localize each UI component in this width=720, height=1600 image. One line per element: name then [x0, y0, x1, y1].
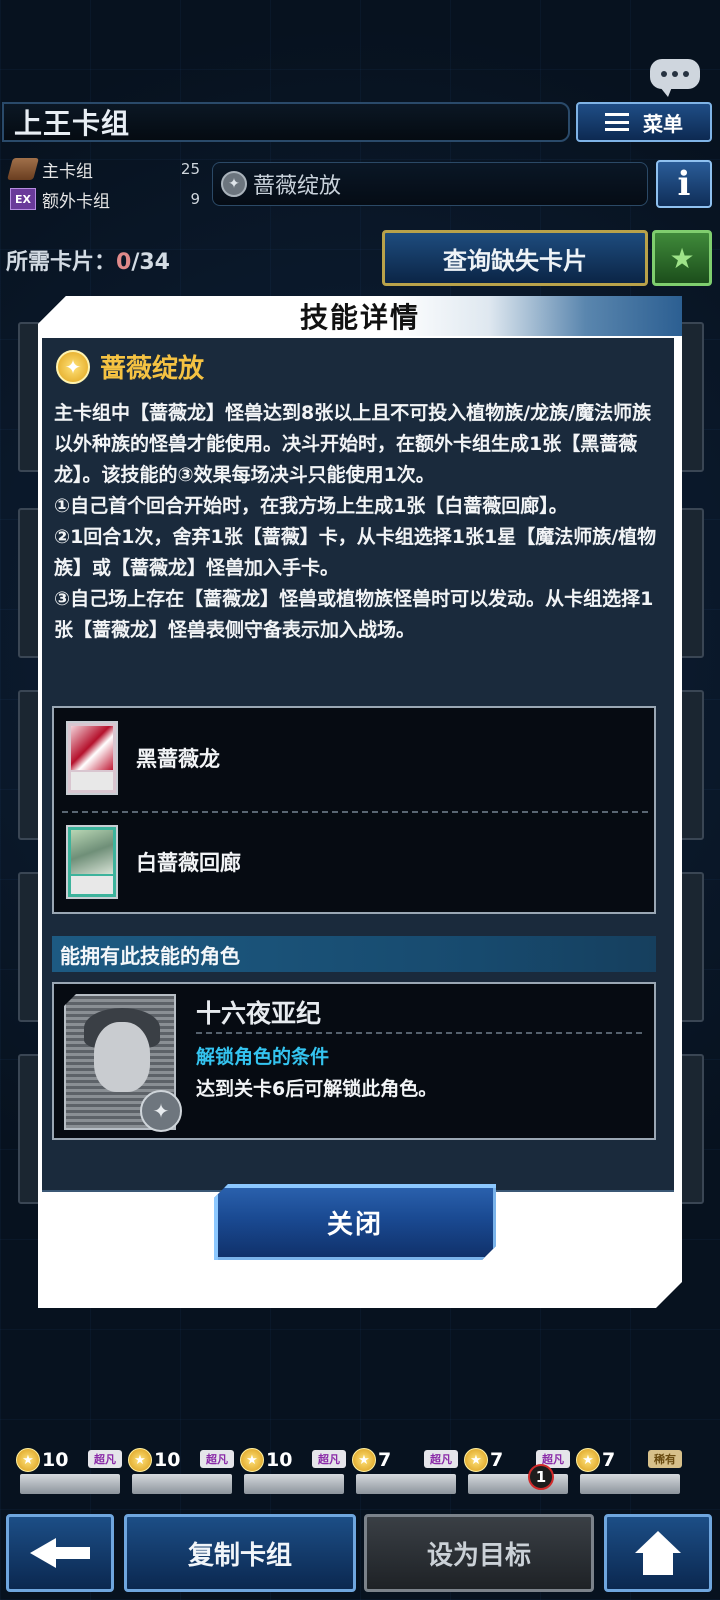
skill-detail-modal: 技能详情 ✦ 蔷薇绽放 主卡组中【蔷薇龙】怪兽达到8张以上且不可投入植物族/龙族…: [38, 296, 682, 1308]
modal-title: 技能详情: [299, 301, 420, 334]
related-card-item[interactable]: 白蔷薇回廊: [66, 822, 646, 902]
home-icon: [635, 1531, 681, 1575]
card-level: 7: [490, 1449, 504, 1471]
card-thumbnail: [132, 1474, 232, 1494]
skill-slot-name: 蔷薇绽放: [253, 174, 342, 199]
level-star-icon: ★: [16, 1448, 40, 1472]
required-total: /34: [131, 250, 170, 275]
owner-character-item[interactable]: ✦ 十六夜亚纪 解锁角色的条件 达到关卡6后可解锁此角色。: [52, 982, 656, 1140]
card-level: 10: [266, 1449, 293, 1471]
close-button[interactable]: 关闭: [214, 1184, 496, 1260]
rarity-badge: 超凡: [88, 1450, 122, 1468]
level-star-icon: ★: [128, 1448, 152, 1472]
skill-name: 蔷薇绽放: [100, 354, 205, 384]
card-thumbnail: [244, 1474, 344, 1494]
info-icon: i: [677, 164, 691, 204]
strip-card-item[interactable]: ★ 10 超凡: [16, 1448, 124, 1494]
skill-slot[interactable]: ✦ 蔷薇绽放: [212, 162, 648, 206]
locked-skill-icon: ✦: [140, 1090, 182, 1132]
related-card-name: 黑蔷薇龙: [136, 747, 220, 771]
strip-card-item[interactable]: ★ 7 稀有: [576, 1448, 684, 1494]
card-thumbnail: [66, 825, 118, 899]
card-thumbnail: [356, 1474, 456, 1494]
info-button[interactable]: i: [656, 160, 712, 208]
character-name: 十六夜亚纪: [196, 999, 322, 1028]
skill-star-icon: ✦: [56, 350, 90, 384]
chat-bubble-icon: [650, 59, 700, 97]
card-thumbnail: [20, 1474, 120, 1494]
favorite-star-button[interactable]: ★: [652, 230, 712, 286]
close-label: 关闭: [326, 1209, 383, 1240]
level-star-icon: ★: [576, 1448, 600, 1472]
extra-deck-label: 额外卡组: [42, 191, 110, 212]
skill-header: ✦ 蔷薇绽放: [56, 348, 204, 385]
query-missing-cards-button[interactable]: 查询缺失卡片: [382, 230, 648, 286]
divider: [196, 1032, 642, 1034]
owners-header: 能拥有此技能的角色: [52, 936, 656, 972]
card-count-badge: 1: [528, 1464, 554, 1490]
main-deck-label: 主卡组: [42, 161, 93, 182]
skill-slot-icon: ✦: [221, 171, 247, 197]
card-level: 7: [378, 1449, 392, 1471]
modal-content: ✦ 蔷薇绽放 主卡组中【蔷薇龙】怪兽达到8张以上且不可投入植物族/龙族/魔法师族…: [42, 338, 674, 1192]
deck-counts: 主卡组 25 EX 额外卡组 9: [7, 154, 200, 214]
card-thumbnail: [580, 1474, 680, 1494]
card-level: 10: [154, 1449, 181, 1471]
strip-card-item[interactable]: ★ 7 超凡 1: [464, 1448, 572, 1494]
level-star-icon: ★: [464, 1448, 488, 1472]
card-strip: ★ 10 超凡 ★ 10 超凡 ★ 10 超凡 ★ 7 超凡 ★ 7 超凡 1 …: [16, 1448, 706, 1494]
main-deck-icon: [7, 158, 39, 180]
related-cards-list: 黑蔷薇龙 白蔷薇回廊: [52, 706, 656, 914]
extra-deck-count: EX 额外卡组 9: [10, 184, 200, 214]
star-icon: ★: [669, 241, 695, 275]
rarity-badge: 超凡: [200, 1450, 234, 1468]
deck-name-bar[interactable]: 上王卡组: [2, 102, 570, 142]
back-arrow-icon: [30, 1538, 90, 1568]
extra-deck-value: 9: [190, 190, 200, 208]
required-owned: 0: [116, 250, 132, 275]
chat-button[interactable]: [646, 54, 704, 97]
back-button[interactable]: [6, 1514, 114, 1592]
extra-deck-icon: EX: [10, 188, 36, 210]
strip-card-item[interactable]: ★ 10 超凡: [128, 1448, 236, 1494]
menu-label: 菜单: [643, 111, 683, 136]
menu-button[interactable]: 菜单: [576, 102, 712, 142]
rarity-badge: 超凡: [312, 1450, 346, 1468]
rarity-badge: 稀有: [648, 1450, 682, 1468]
deck-name: 上王卡组: [14, 107, 131, 140]
related-card-name: 白蔷薇回廊: [136, 851, 241, 875]
copy-deck-button[interactable]: 复制卡组: [124, 1514, 356, 1592]
level-star-icon: ★: [352, 1448, 376, 1472]
skill-description: 主卡组中【蔷薇龙】怪兽达到8张以上且不可投入植物族/龙族/魔法师族以外种族的怪兽…: [54, 402, 657, 641]
modal-title-bar: 技能详情: [38, 296, 682, 336]
level-star-icon: ★: [240, 1448, 264, 1472]
unlock-condition-title: 解锁角色的条件: [196, 1046, 330, 1068]
menu-icon: [605, 113, 629, 131]
related-card-item[interactable]: 黑蔷薇龙: [66, 718, 646, 798]
set-target-button[interactable]: 设为目标: [364, 1514, 594, 1592]
home-button[interactable]: [604, 1514, 712, 1592]
card-thumbnail: [66, 721, 118, 795]
required-cards: 所需卡片：0/34: [6, 244, 170, 276]
card-level: 7: [602, 1449, 616, 1471]
rarity-badge: 超凡: [424, 1450, 458, 1468]
card-level: 10: [42, 1449, 69, 1471]
divider: [62, 811, 648, 813]
unlock-condition-text: 达到关卡6后可解锁此角色。: [196, 1078, 438, 1100]
main-deck-count: 主卡组 25: [7, 154, 200, 184]
required-label: 所需卡片：: [6, 250, 117, 275]
main-deck-value: 25: [180, 160, 200, 178]
strip-card-item[interactable]: ★ 10 超凡: [240, 1448, 348, 1494]
strip-card-item[interactable]: ★ 7 超凡: [352, 1448, 460, 1494]
